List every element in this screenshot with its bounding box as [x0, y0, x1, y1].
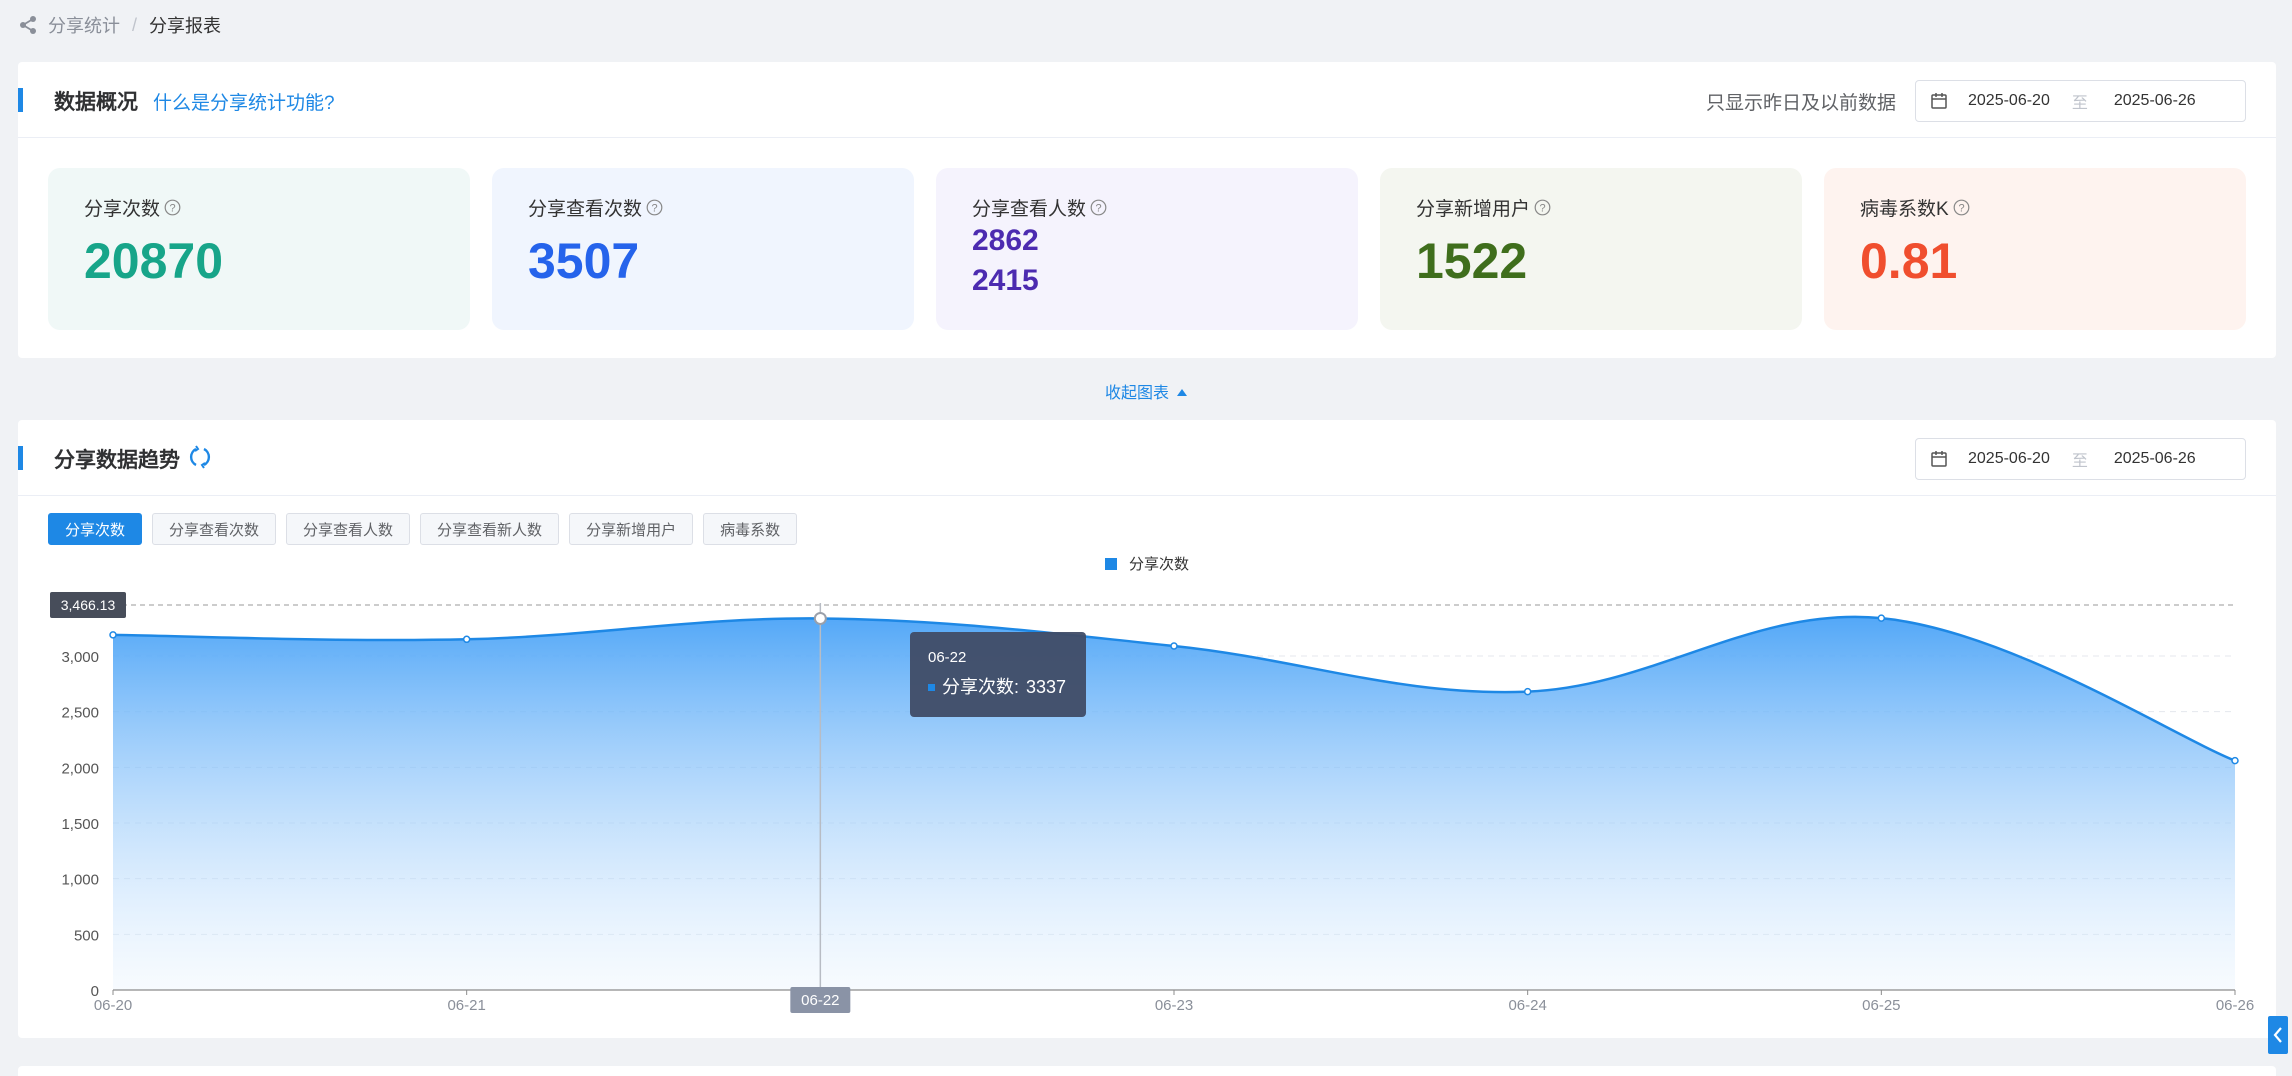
help-icon[interactable]: ?: [646, 199, 663, 216]
axis-pointer-label: 3,466.13: [61, 597, 116, 613]
trend-chart[interactable]: 05001,0001,5002,0002,5003,0003,466.1306-…: [18, 420, 2276, 1038]
start-date[interactable]: 2025-06-20: [1968, 92, 2050, 110]
svg-text:?: ?: [651, 203, 657, 215]
kpi-label-text: 分享查看人数: [972, 199, 1087, 220]
kpi-label: 分享查看次数?: [528, 194, 663, 221]
breadcrumb-current: 分享报表: [149, 16, 222, 36]
kpi-card: 分享查看人数? 2862 2415: [936, 168, 1358, 330]
data-point[interactable]: [109, 631, 117, 639]
help-icon[interactable]: ?: [1090, 199, 1107, 216]
data-note: 只显示昨日及以前数据: [1705, 93, 1896, 114]
kpi-value: 3507: [528, 233, 640, 289]
data-point[interactable]: [1877, 614, 1886, 622]
end-date[interactable]: 2025-06-26: [2114, 92, 2196, 110]
overview-panel: 数据概况 什么是分享统计功能? 只显示昨日及以前数据 2025-06-20 至 …: [18, 62, 2276, 358]
data-point[interactable]: [813, 611, 827, 625]
kpi-value: 0.81: [1860, 233, 1958, 289]
kpi-card: 病毒系数K? 0.81: [1824, 168, 2246, 330]
overview-header: 数据概况 什么是分享统计功能? 只显示昨日及以前数据 2025-06-20 至 …: [18, 62, 2276, 138]
help-icon[interactable]: ?: [1534, 199, 1551, 216]
x-tick-label: 06-20: [94, 997, 132, 1014]
x-tick-label: 06-25: [1862, 997, 1900, 1014]
side-collapse-button[interactable]: [2268, 1016, 2288, 1054]
y-tick-label: 3,000: [61, 649, 99, 666]
svg-text:?: ?: [169, 203, 175, 215]
kpi-value: 2862: [972, 224, 1039, 257]
svg-text:?: ?: [1095, 203, 1101, 215]
section-accent-bar: [18, 88, 23, 112]
y-tick-label: 2,500: [61, 705, 99, 722]
calendar-icon: [1931, 93, 1947, 109]
tooltip-box: [910, 632, 1086, 717]
data-point[interactable]: [2231, 756, 2239, 765]
kpi-label-text: 分享次数: [84, 199, 161, 220]
x-tick-label: 06-21: [447, 997, 485, 1014]
x-tick-label: 06-22: [801, 992, 839, 1009]
kpi-label: 分享查看人数?: [972, 194, 1107, 221]
data-point[interactable]: [1170, 642, 1178, 650]
date-separator: 至: [2071, 95, 2088, 112]
breadcrumb-parent[interactable]: 分享统计: [48, 12, 120, 38]
data-point[interactable]: [462, 635, 471, 644]
y-tick-label: 1,000: [61, 872, 99, 889]
kpi-value: 1522: [1416, 233, 1528, 289]
y-tick-label: 500: [74, 927, 99, 944]
tooltip-marker: [928, 684, 935, 691]
kpi-label-text: 分享查看次数: [528, 199, 643, 220]
kpi-value-secondary: 2415: [972, 264, 1039, 297]
overview-date-range-picker[interactable]: 2025-06-20 至 2025-06-26: [1915, 80, 2246, 122]
kpi-card: 分享新增用户? 1522: [1380, 168, 1802, 330]
help-icon[interactable]: ?: [164, 199, 181, 216]
kpi-label: 病毒系数K?: [1860, 194, 1970, 221]
y-tick-label: 2,000: [61, 760, 99, 777]
kpi-label-text: 病毒系数K: [1860, 199, 1949, 220]
trend-panel: 分享数据趋势 2025-06-20 至 2025-06-26 分享次数 分享查看次…: [18, 420, 2276, 1038]
kpi-label-text: 分享新增用户: [1416, 199, 1531, 220]
x-tick-label: 06-23: [1155, 997, 1193, 1014]
collapse-label: 收起图表: [1104, 385, 1169, 402]
share-icon: [20, 16, 36, 34]
breadcrumb: 分享统计 / 分享报表: [18, 12, 221, 38]
help-icon[interactable]: ?: [1953, 199, 1970, 216]
kpi-card: 分享次数? 20870: [48, 168, 470, 330]
tooltip-series: 分享次数:: [942, 677, 1019, 697]
kpi-value: 20870: [84, 233, 224, 289]
data-point[interactable]: [1523, 687, 1532, 696]
x-tick-label: 06-26: [2216, 997, 2254, 1014]
kpi-cards: 分享次数? 20870 分享查看次数? 3507 分享查看人数? 2862 2415 分享新增…: [48, 168, 2246, 330]
caret-up-icon: [1177, 389, 1187, 396]
kpi-label: 分享新增用户?: [1416, 194, 1551, 221]
next-panel: [18, 1066, 2276, 1076]
collapse-chart-button[interactable]: 收起图表: [0, 379, 2292, 403]
x-tick-label: 06-24: [1508, 997, 1546, 1014]
svg-text:?: ?: [1958, 203, 1964, 215]
chevron-left-icon: [2273, 1027, 2282, 1043]
area-fill: [113, 616, 2235, 990]
kpi-label: 分享次数?: [84, 194, 181, 221]
overview-title: 数据概况: [54, 91, 138, 114]
y-tick-label: 1,500: [61, 816, 99, 833]
kpi-card: 分享查看次数? 3507: [492, 168, 914, 330]
help-link[interactable]: 什么是分享统计功能?: [153, 88, 335, 115]
tooltip-value: 3337: [1026, 677, 1066, 697]
svg-text:?: ?: [1539, 203, 1545, 215]
tooltip-title: 06-22: [928, 649, 966, 666]
breadcrumb-separator: /: [132, 14, 138, 35]
